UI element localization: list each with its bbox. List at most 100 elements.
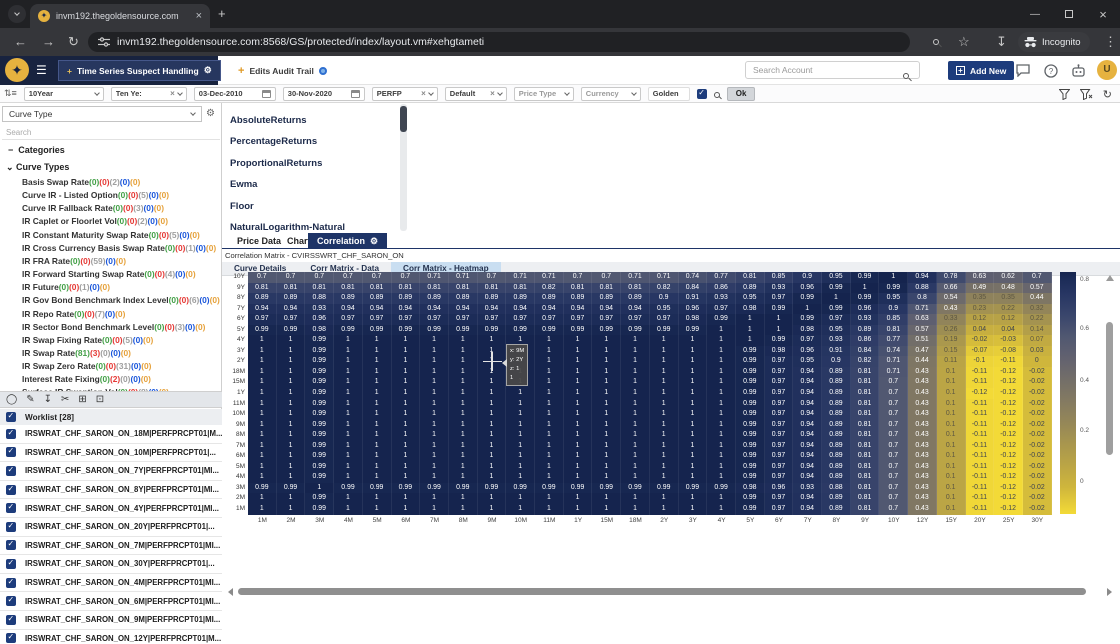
- heatmap-cell[interactable]: 1: [362, 472, 392, 483]
- heatmap-cell[interactable]: 1: [362, 335, 392, 346]
- heatmap-cell[interactable]: -0.02: [1022, 377, 1052, 389]
- heatmap-cell[interactable]: 1: [621, 472, 650, 483]
- heatmap-cell[interactable]: 0.43: [908, 451, 937, 462]
- heatmap-cell[interactable]: 0.96: [793, 345, 823, 357]
- worklist-item[interactable]: IRSWRAT_CHF_SARON_ON_30Y|PERFPRCPT01|...: [0, 555, 222, 574]
- heatmap-cell[interactable]: 1: [592, 345, 622, 357]
- heatmap-cell[interactable]: 1: [649, 366, 679, 378]
- heatmap-cell[interactable]: 0.99: [305, 398, 335, 410]
- heatmap-cell[interactable]: 0.1: [936, 377, 966, 389]
- heatmap-cell[interactable]: 1: [477, 440, 507, 452]
- heatmap-cell[interactable]: 0.94: [621, 303, 650, 315]
- heatmap-cell[interactable]: 1: [334, 377, 363, 389]
- heatmap-cell[interactable]: 0.71: [535, 272, 564, 283]
- heatmap-cell[interactable]: 0.04: [994, 324, 1023, 336]
- heatmap-cell[interactable]: -0.02: [1022, 366, 1052, 378]
- worklist-item[interactable]: IRSWRAT_CHF_SARON_ON_18M|PERFPRCPT01|M..…: [0, 425, 222, 444]
- heatmap-cell[interactable]: 1: [248, 493, 277, 505]
- heatmap-cell[interactable]: 0.94: [793, 377, 823, 389]
- clear-icon[interactable]: ×: [170, 89, 175, 98]
- heatmap-cell[interactable]: -0.11: [965, 409, 995, 420]
- heatmap-cell[interactable]: 0.95: [793, 356, 823, 367]
- heatmap-cell[interactable]: 0.99: [420, 482, 449, 494]
- heatmap-cell[interactable]: 0.1: [936, 409, 966, 420]
- heatmap-cell[interactable]: 0.1: [936, 451, 966, 462]
- heatmap-cell[interactable]: 0.86: [707, 282, 736, 294]
- heatmap-cell[interactable]: 0.43: [908, 409, 937, 420]
- tree-item-ir-repo-rate[interactable]: IR Repo Rate(0)(0)(7)(0)(0): [22, 309, 125, 319]
- heatmap-cell[interactable]: 1: [334, 419, 363, 431]
- back-button[interactable]: ←: [14, 33, 27, 51]
- heatmap-cell[interactable]: 0.94: [793, 366, 823, 378]
- heatmap-cell[interactable]: 0.12: [994, 314, 1023, 325]
- heatmap-cell[interactable]: 1: [448, 345, 478, 357]
- heatmap-cell[interactable]: 0.74: [879, 345, 909, 357]
- heatmap-cell[interactable]: 1: [420, 377, 449, 389]
- heatmap-cell[interactable]: 1: [592, 377, 622, 389]
- heatmap-cell[interactable]: 0.94: [420, 303, 449, 315]
- heatmap-cell[interactable]: 1: [506, 388, 536, 399]
- heatmap-cell[interactable]: 1: [276, 430, 306, 441]
- heatmap-cell[interactable]: 0.07: [1022, 335, 1052, 346]
- heatmap-cell[interactable]: 1: [506, 504, 536, 515]
- heatmap-cell[interactable]: 1: [649, 377, 679, 389]
- heatmap-cell[interactable]: -0.12: [965, 388, 995, 399]
- heatmap-cell[interactable]: 0.94: [793, 430, 823, 441]
- heatmap-cell[interactable]: 1: [391, 398, 421, 410]
- heatmap-cell[interactable]: 1: [649, 504, 679, 515]
- heatmap-cell[interactable]: 0.1: [936, 388, 966, 399]
- scroll-up-arrow[interactable]: [1106, 275, 1114, 281]
- heatmap-cell[interactable]: 1: [276, 388, 306, 399]
- heatmap-cell[interactable]: 1: [362, 451, 392, 462]
- heatmap-cell[interactable]: -0.12: [994, 504, 1023, 515]
- heatmap-cell[interactable]: 0.47: [908, 345, 937, 357]
- heatmap-cell[interactable]: 1: [477, 419, 507, 431]
- heatmap-cell[interactable]: 0.44: [1022, 293, 1052, 304]
- heatmap-cell[interactable]: 0.99: [506, 324, 536, 336]
- heatmap-cell[interactable]: 0.9: [879, 303, 909, 315]
- heatmap-cell[interactable]: 1: [535, 430, 564, 441]
- heatmap-cell[interactable]: 1: [621, 451, 650, 462]
- heatmap-cell[interactable]: 1: [448, 335, 478, 346]
- heatmap-cell[interactable]: 0.43: [908, 493, 937, 505]
- heatmap-cell[interactable]: 0.94: [334, 303, 363, 315]
- worklist-item[interactable]: IRSWRAT_CHF_SARON_ON_4Y|PERFPRCPT01|MI..…: [0, 499, 222, 518]
- heatmap-cell[interactable]: 0.99: [649, 482, 679, 494]
- heatmap-cell[interactable]: 1: [391, 440, 421, 452]
- heatmap-cell[interactable]: 1: [448, 461, 478, 473]
- heatmap-cell[interactable]: 1: [276, 504, 306, 515]
- heatmap-cell[interactable]: 0.99: [621, 482, 650, 494]
- heatmap-cell[interactable]: 1: [248, 472, 277, 483]
- heatmap-cell[interactable]: 0.1: [936, 398, 966, 410]
- browser-menu-icon[interactable]: ⋮: [1104, 33, 1117, 51]
- heatmap-cell[interactable]: 1: [248, 409, 277, 420]
- heatmap-cell[interactable]: 0.48: [994, 282, 1023, 294]
- heatmap-cell[interactable]: 0.66: [936, 282, 966, 294]
- heatmap-cell[interactable]: 0.81: [850, 504, 880, 515]
- heatmap-cell[interactable]: 0.99: [879, 282, 909, 294]
- heatmap-cell[interactable]: -0.02: [1022, 482, 1052, 494]
- layout-sort-icon[interactable]: ⇅≡: [4, 88, 17, 99]
- heatmap-cell[interactable]: 0.7: [879, 377, 909, 389]
- heatmap-cell[interactable]: 1: [621, 366, 650, 378]
- method-item-absolutereturns[interactable]: AbsoluteReturns: [230, 115, 307, 126]
- heatmap-cell[interactable]: 0.32: [1022, 303, 1052, 315]
- heatmap-cell[interactable]: 0.81: [850, 493, 880, 505]
- heatmap-cell[interactable]: 1: [621, 409, 650, 420]
- refresh-icon[interactable]: ◯: [6, 394, 17, 405]
- heatmap-cell[interactable]: 1: [621, 388, 650, 399]
- heatmap-cell[interactable]: 1: [391, 345, 421, 357]
- heatmap-cell[interactable]: 1: [535, 356, 564, 367]
- heatmap-cell[interactable]: 1: [649, 493, 679, 505]
- heatmap-cell[interactable]: -0.02: [1022, 451, 1052, 462]
- heatmap-cell[interactable]: 0.99: [305, 409, 335, 420]
- heatmap-cell[interactable]: 0.99: [506, 482, 536, 494]
- heatmap-cell[interactable]: 0.78: [936, 272, 966, 283]
- heatmap-cell[interactable]: 0.89: [248, 293, 277, 304]
- heatmap-cell[interactable]: 0.44: [908, 356, 937, 367]
- method-item-naturallogarithm-natural[interactable]: NaturalLogarithm-Natural: [230, 222, 345, 232]
- heatmap-cell[interactable]: 0.43: [908, 461, 937, 473]
- heatmap-cell[interactable]: 1: [391, 472, 421, 483]
- heatmap-cell[interactable]: -0.08: [994, 345, 1023, 357]
- heatmap-cell[interactable]: 0.94: [793, 472, 823, 483]
